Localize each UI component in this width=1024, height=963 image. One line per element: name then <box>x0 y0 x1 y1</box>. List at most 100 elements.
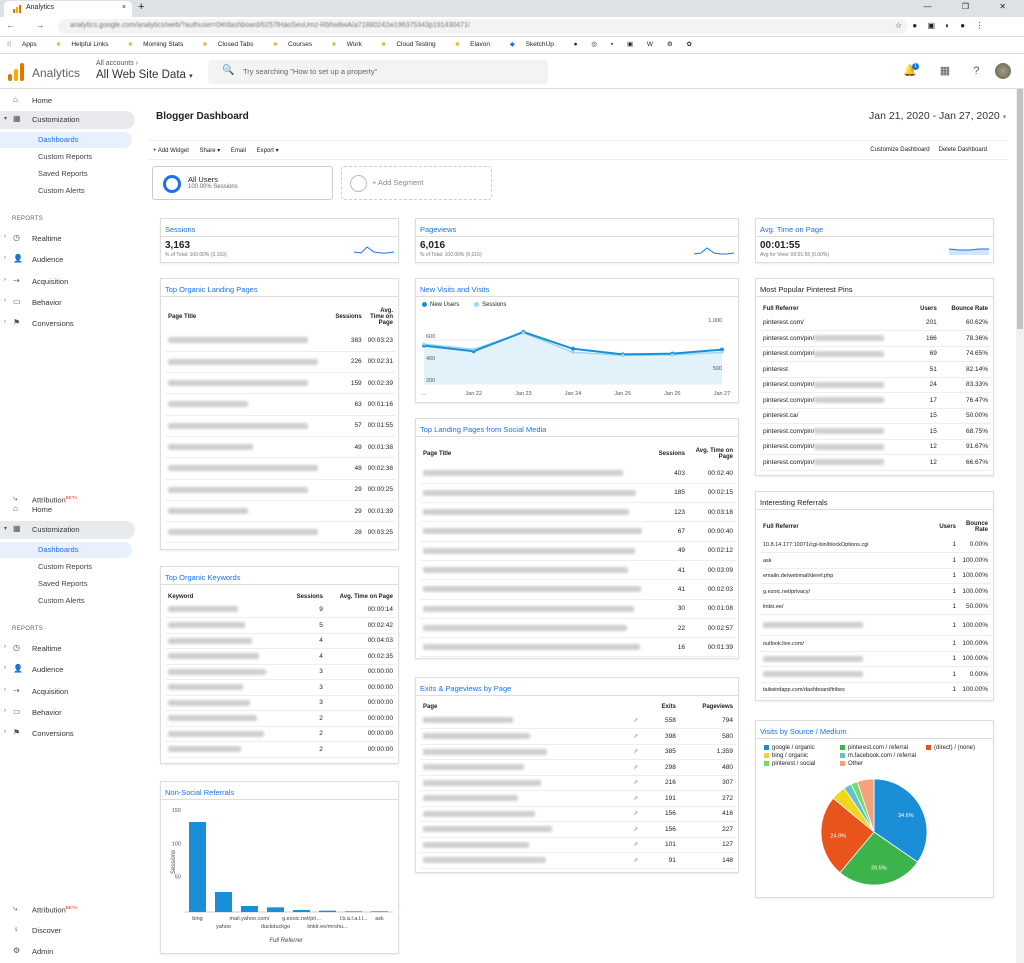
table-row[interactable]: outlook.live.com/1 100.00% <box>760 635 991 652</box>
share-button[interactable]: Share ▾ <box>200 148 221 154</box>
widget-title[interactable]: Pageviews <box>420 225 456 234</box>
table-row[interactable]: linktr.ee/1 50.00% <box>760 599 991 615</box>
table-row[interactable]: 1 100.00% <box>760 651 991 667</box>
col-header[interactable]: Full Referrer <box>760 303 913 315</box>
sessions-point[interactable] <box>571 350 575 354</box>
sidebar-item-custom-alerts-2[interactable]: Custom Alerts <box>0 593 132 609</box>
sidebar-item-acquisition[interactable]: › ⇢ Acquisition <box>0 273 135 291</box>
bar[interactable] <box>293 910 310 912</box>
table-row[interactable]: 2 00:00:00 <box>165 741 396 758</box>
url-field[interactable]: analytics.google.com/analytics/web/?auth… <box>58 19 908 34</box>
table-row[interactable]: emailn.de/webmail/deref.php 1 100.00% <box>760 568 991 584</box>
add-widget-button[interactable]: + Add Widget <box>153 148 189 154</box>
sidebar-item-discover[interactable]: ♀ Discover <box>0 922 135 940</box>
table-row[interactable]: 403 00:02:40 <box>420 464 736 484</box>
sidebar-item-conversions-2[interactable]: › ⚑ Conversions <box>0 725 135 743</box>
widget-title[interactable]: Top Organic Keywords <box>165 573 240 582</box>
sidebar-item-admin[interactable]: ⚙ Admin <box>0 943 135 961</box>
table-row[interactable]: 226 00:02:31 <box>165 351 396 374</box>
col-header[interactable]: Page Title <box>420 444 654 464</box>
col-header[interactable]: Keyword <box>165 592 288 602</box>
table-row[interactable]: 57 00:01:55 <box>165 415 396 437</box>
scrollbar[interactable] <box>1016 89 1024 963</box>
table-row[interactable]: ⇗ 101 127 <box>420 837 736 853</box>
search-box[interactable]: 🔍 Try searching "How to set up a property… <box>208 60 548 84</box>
table-row[interactable]: 5 00:02:42 <box>165 617 396 634</box>
table-row[interactable]: 4 00:04:03 <box>165 633 396 649</box>
avatar[interactable] <box>995 63 1011 79</box>
table-row[interactable]: 67 00:00:40 <box>420 521 736 542</box>
table-row[interactable]: pinterest.com/pin/17 76.47% <box>760 392 991 409</box>
table-row[interactable]: 30 00:01:08 <box>420 599 736 619</box>
table-row[interactable]: 28 00:03:25 <box>165 521 396 544</box>
table-row[interactable]: ⇗ 216 307 <box>420 775 736 791</box>
bookmark-elavon[interactable]: ■ Elavon <box>455 41 499 48</box>
table-row[interactable]: ⇗ 191 272 <box>420 790 736 807</box>
export-button[interactable]: Export ▾ <box>257 148 279 154</box>
bookmark-sketchup[interactable]: ◆ SketchUp <box>510 41 563 48</box>
bookmark-morning-stats[interactable]: ■ Morning Stats <box>128 41 192 48</box>
new-tab-button[interactable]: + <box>138 1 144 13</box>
table-row[interactable]: pinterest.com/201 60.62% <box>760 315 991 331</box>
bookmark-icons[interactable]: ● ◎ ▪ ▣ W ⚙ ✿ <box>574 41 698 48</box>
col-header[interactable]: Sessions <box>288 592 326 602</box>
bookmark-helpful-links[interactable]: ■ Helpful Links <box>57 41 118 48</box>
sidebar-item-custom-reports[interactable]: Custom Reports <box>0 149 132 165</box>
sidebar-item-customization-2[interactable]: ▾ ▦ Customization <box>0 521 135 539</box>
legend-item[interactable]: Other <box>840 761 863 767</box>
sidebar-item-audience-2[interactable]: › 👤 Audience <box>0 661 135 679</box>
scrollbar-thumb[interactable] <box>1017 89 1023 329</box>
widget-title[interactable]: Interesting Referrals <box>760 498 828 507</box>
link-icon[interactable]: ⇗ <box>630 728 648 745</box>
table-row[interactable]: 3 00:00:00 <box>165 695 396 711</box>
sidebar-item-realtime[interactable]: › ◷ Realtime <box>0 230 135 248</box>
bar[interactable] <box>267 907 284 912</box>
table-row[interactable]: 10.8.14.177:10071/cgi-bin/blockOptions.c… <box>760 537 991 553</box>
table-row[interactable]: 159 00:02:39 <box>165 372 396 395</box>
table-row[interactable]: pinterest.com/pin/15 68.75% <box>760 423 991 440</box>
link-icon[interactable]: ⇗ <box>630 837 648 853</box>
bookmark-work[interactable]: ■ Work <box>332 41 371 48</box>
link-icon[interactable]: ⇗ <box>630 775 648 791</box>
legend-item[interactable]: pinterest.com / referral <box>840 745 908 751</box>
col-header[interactable]: Page Title <box>165 304 330 330</box>
table-row[interactable]: 9 00:00:14 <box>165 602 396 618</box>
link-icon[interactable]: ⇗ <box>630 713 648 729</box>
table-row[interactable]: pinterest.com/pin/12 66.67% <box>760 454 991 471</box>
legend-item[interactable]: google / organic <box>764 745 815 751</box>
sidebar-item-home-2[interactable]: ⌂ Home <box>0 501 135 519</box>
table-row[interactable]: ⇗ 385 1,359 <box>420 744 736 760</box>
sidebar-item-custom-alerts[interactable]: Custom Alerts <box>0 183 132 199</box>
table-row[interactable]: 29 00:00:25 <box>165 479 396 501</box>
widget-title[interactable]: Visits by Source / Medium <box>760 727 847 736</box>
widget-title[interactable]: Top Organic Landing Pages <box>165 285 258 294</box>
bar[interactable] <box>319 910 336 912</box>
col-header[interactable]: Users <box>925 517 959 537</box>
table-row[interactable]: 48 00:02:38 <box>165 457 396 480</box>
close-tab-icon[interactable]: × <box>122 4 126 11</box>
date-range-picker[interactable]: Jan 21, 2020 - Jan 27, 2020 ▾ <box>869 110 1006 122</box>
table-row[interactable]: 1 0.00% <box>760 666 991 683</box>
browser-tab[interactable]: Analytics × <box>4 1 132 17</box>
legend-item[interactable]: m.facebook.com / referral <box>840 753 916 759</box>
table-row[interactable]: ⇗ 156 416 <box>420 806 736 822</box>
sessions-point[interactable] <box>670 353 674 357</box>
property-selector[interactable]: All Web Site Data ▾ <box>96 69 193 81</box>
table-row[interactable]: 3 00:00:00 <box>165 664 396 680</box>
table-row[interactable]: g.ezoic.net/privacy/1 100.00% <box>760 583 991 600</box>
table-row[interactable]: pinterest.com/pin/69 74.65% <box>760 346 991 362</box>
table-row[interactable]: pinterest.ca/15 50.00% <box>760 408 991 424</box>
col-header[interactable]: Bounce Rate <box>959 517 991 537</box>
sessions-point[interactable] <box>521 331 525 335</box>
sidebar-item-saved-reports[interactable]: Saved Reports <box>0 166 132 182</box>
widget-title[interactable]: Sessions <box>165 225 195 234</box>
widget-title[interactable]: Avg. Time on Page <box>760 225 823 234</box>
sidebar-item-home[interactable]: ⌂ Home <box>0 92 135 110</box>
table-row[interactable]: 16 00:01:39 <box>420 637 736 658</box>
sessions-point[interactable] <box>472 347 476 351</box>
table-row[interactable]: 49 00:02:12 <box>420 541 736 561</box>
sessions-point[interactable] <box>422 342 426 346</box>
bar[interactable] <box>345 911 362 912</box>
table-row[interactable]: pinterest 51 82.14% <box>760 361 991 378</box>
sidebar-item-saved-reports-2[interactable]: Saved Reports <box>0 576 132 592</box>
